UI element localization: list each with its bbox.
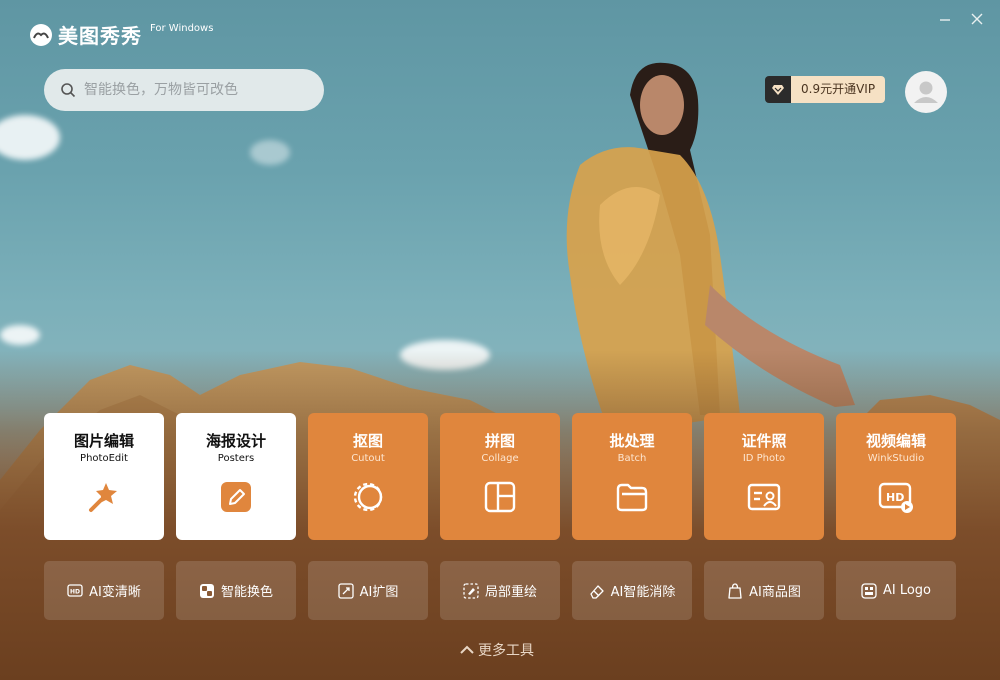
tile-subtitle: Collage <box>481 453 519 464</box>
hd-badge-icon: HD <box>67 583 83 597</box>
vip-label: 0.9元开通VIP <box>791 76 886 103</box>
more-tools-label: 更多工具 <box>478 643 534 659</box>
expand-image-icon <box>337 582 354 599</box>
tool-repaint[interactable]: 局部重绘 <box>440 561 560 620</box>
tile-batch[interactable]: 批处理 Batch <box>572 413 692 540</box>
tile-id-photo[interactable]: 证件照 ID Photo <box>704 413 824 540</box>
repaint-icon <box>463 582 479 599</box>
tile-title: 批处理 <box>609 432 655 450</box>
search-bar[interactable] <box>44 69 324 111</box>
tool-ai-eraser[interactable]: AI智能消除 <box>572 561 692 620</box>
tool-label: AI变清晰 <box>89 585 141 600</box>
chevron-up-icon <box>460 645 474 654</box>
minimize-icon[interactable] <box>935 10 955 30</box>
tool-label: 局部重绘 <box>484 585 537 600</box>
vip-button[interactable]: 0.9元开通VIP <box>765 76 886 103</box>
pencil-square-icon <box>221 482 251 512</box>
search-icon <box>61 83 76 98</box>
tool-label: AI商品图 <box>749 585 801 600</box>
tile-title: 视频编辑 <box>865 432 926 450</box>
logo-grid-icon <box>861 582 877 599</box>
id-card-icon <box>747 483 781 511</box>
tile-subtitle: PhotoEdit <box>80 453 128 464</box>
more-tools-button[interactable]: 更多工具 <box>460 640 534 660</box>
app-name: 美图秀秀 <box>58 24 142 48</box>
eraser-icon <box>589 584 604 599</box>
tile-photo-edit[interactable]: 图片编辑 PhotoEdit <box>44 413 164 540</box>
svg-text:HD: HD <box>70 588 80 595</box>
tile-subtitle: Cutout <box>351 453 385 464</box>
tool-label: 智能换色 <box>220 585 273 600</box>
product-bag-icon <box>728 582 742 599</box>
tile-subtitle: WinkStudio <box>867 453 925 464</box>
close-icon[interactable] <box>967 10 987 30</box>
svg-text:HD: HD <box>886 491 904 504</box>
search-input[interactable] <box>82 81 306 99</box>
tile-collage[interactable]: 拼图 Collage <box>440 413 560 540</box>
collage-grid-icon <box>484 481 516 513</box>
tile-subtitle: Posters <box>217 453 255 464</box>
tile-title: 海报设计 <box>205 432 266 450</box>
color-swap-icon <box>199 583 214 598</box>
user-icon <box>914 81 938 103</box>
tool-color-swap[interactable]: 智能换色 <box>176 561 296 620</box>
tile-title: 拼图 <box>484 432 515 450</box>
tile-posters[interactable]: 海报设计 Posters <box>176 413 296 540</box>
app-platform: For Windows <box>150 23 214 34</box>
tool-ai-product[interactable]: AI商品图 <box>704 561 824 620</box>
app-logo: 美图秀秀 For Windows <box>30 20 213 49</box>
tool-ai-enhance[interactable]: HD AI变清晰 <box>44 561 164 620</box>
tool-ai-expand[interactable]: AI扩图 <box>308 561 428 620</box>
tile-cutout[interactable]: 抠图 Cutout <box>308 413 428 540</box>
tile-video-edit[interactable]: 视频编辑 WinkStudio HD <box>836 413 956 540</box>
tool-label: AI扩图 <box>359 585 399 600</box>
user-avatar[interactable] <box>905 71 947 113</box>
tool-label: AI智能消除 <box>610 585 676 600</box>
meitu-logo-icon <box>30 23 52 46</box>
tool-ai-logo[interactable]: AI Logo <box>836 561 956 620</box>
folder-icon <box>616 483 648 512</box>
magic-wand-icon <box>89 483 117 512</box>
cutout-circle-icon <box>353 482 383 512</box>
diamond-icon <box>765 76 791 103</box>
hd-video-icon: HD <box>878 482 913 513</box>
tile-title: 抠图 <box>352 432 383 450</box>
tile-subtitle: Batch <box>617 453 647 464</box>
tile-title: 证件照 <box>741 432 787 450</box>
tile-subtitle: ID Photo <box>742 453 786 464</box>
tile-title: 图片编辑 <box>73 432 134 450</box>
tool-label: AI Logo <box>882 583 932 598</box>
